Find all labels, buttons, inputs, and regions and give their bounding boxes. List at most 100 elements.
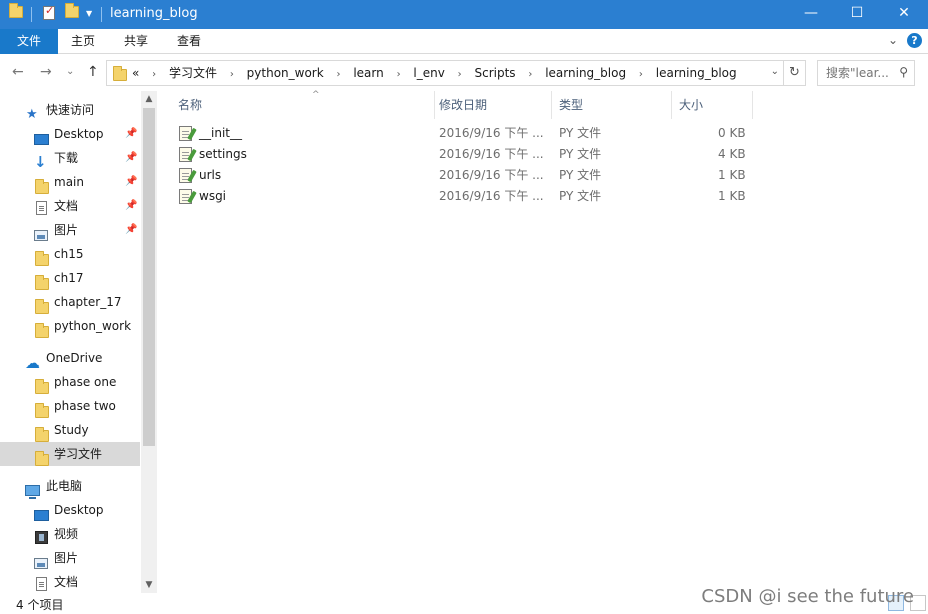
properties-icon[interactable] [43, 4, 55, 23]
nav-label: Desktop [54, 503, 104, 517]
forward-button[interactable]: → [40, 64, 52, 80]
back-button[interactable]: ← [12, 64, 24, 80]
nav-item-desktop[interactable]: Desktop 📌 [0, 122, 140, 146]
up-button[interactable]: ↑ [87, 64, 99, 80]
chevron-right-icon[interactable]: › [230, 63, 234, 87]
nav-item-phase-two[interactable]: phase two [0, 394, 140, 418]
nav-item-main[interactable]: main 📌 [0, 170, 140, 194]
breadcrumb-item[interactable]: 学习文件 [169, 61, 217, 85]
scroll-up-icon[interactable]: ▲ [141, 91, 157, 107]
chevron-right-icon[interactable]: › [397, 63, 401, 87]
nav-onedrive[interactable]: ☁ OneDrive [0, 346, 140, 371]
nav-item-ch17[interactable]: ch17 [0, 266, 140, 290]
file-type: PY 文件 [559, 126, 602, 140]
breadcrumb-overflow[interactable]: « [132, 61, 139, 85]
nav-item-videos[interactable]: 视频 [0, 522, 140, 546]
watermark: CSDN @i see the future [701, 586, 914, 607]
pin-icon[interactable]: 📌 [125, 146, 137, 170]
python-file-icon [179, 147, 192, 162]
file-row[interactable]: __init__ 2016/9/16 下午 ... PY 文件 0 KB [157, 123, 757, 144]
file-size: 4 KB [718, 147, 746, 161]
nav-label: 图片 [54, 223, 79, 237]
recent-locations-button[interactable]: ⌄ [66, 64, 74, 80]
minimize-button[interactable]: — [788, 0, 834, 29]
column-header-size[interactable]: 大小 [673, 91, 753, 119]
tab-file[interactable]: 文件 [0, 29, 58, 54]
breadcrumb-item-current[interactable]: learning_blog [656, 61, 737, 85]
nav-item-pc-pictures[interactable]: 图片 [0, 546, 140, 570]
folder-icon [35, 322, 49, 346]
column-divider[interactable] [671, 91, 672, 119]
tab-home[interactable]: 主页 [58, 29, 108, 54]
nav-item-study-files[interactable]: 学习文件 [0, 442, 140, 466]
file-modified: 2016/9/16 下午 ... [439, 147, 544, 161]
column-header-name[interactable]: 名称 ^ [172, 90, 434, 119]
nav-label: 文档 [54, 199, 79, 213]
address-bar[interactable]: « › 学习文件 › python_work › learn › l_env ›… [106, 60, 806, 86]
scrollbar-thumb[interactable] [143, 108, 155, 446]
file-row[interactable]: wsgi 2016/9/16 下午 ... PY 文件 1 KB [157, 186, 757, 207]
column-divider[interactable] [551, 91, 552, 119]
nav-label: 文档 [54, 575, 79, 589]
pin-icon[interactable]: 📌 [125, 122, 137, 146]
python-file-icon [179, 168, 192, 183]
chevron-right-icon[interactable]: › [152, 63, 156, 87]
chevron-right-icon[interactable]: › [337, 63, 341, 87]
chevron-right-icon[interactable]: › [528, 63, 532, 87]
file-name: wsgi [199, 189, 227, 203]
file-row[interactable]: urls 2016/9/16 下午 ... PY 文件 1 KB [157, 165, 757, 186]
file-type: PY 文件 [559, 147, 602, 161]
refresh-button[interactable]: ↻ [783, 61, 805, 85]
scroll-down-icon[interactable]: ▼ [141, 577, 157, 593]
breadcrumb-item[interactable]: l_env [413, 61, 444, 85]
column-header-modified[interactable]: 修改日期 [433, 91, 551, 119]
expand-ribbon-icon[interactable]: ⌄ [888, 33, 898, 47]
column-header-type[interactable]: 类型 [553, 91, 671, 119]
tab-view[interactable]: 查看 [164, 29, 214, 54]
nav-item-pc-desktop[interactable]: Desktop [0, 498, 140, 522]
nav-item-ch15[interactable]: ch15 [0, 242, 140, 266]
nav-item-python-work[interactable]: python_work [0, 314, 140, 338]
nav-item-downloads[interactable]: ↓ 下载 📌 [0, 146, 140, 170]
file-size: 0 KB [718, 126, 746, 140]
file-list: 名称 ^ 修改日期 类型 大小 __init__ 2016/9/16 下午 ..… [157, 90, 928, 593]
pin-icon[interactable]: 📌 [125, 170, 137, 194]
pin-icon[interactable]: 📌 [125, 194, 137, 218]
nav-scrollbar[interactable]: ▲ ▼ [141, 91, 157, 593]
nav-item-documents[interactable]: 文档 📌 [0, 194, 140, 218]
toolbar-divider [101, 7, 102, 22]
nav-item-phase-one[interactable]: phase one [0, 370, 140, 394]
file-size: 1 KB [718, 189, 746, 203]
nav-item-chapter-17[interactable]: chapter_17 [0, 290, 140, 314]
breadcrumb-item[interactable]: Scripts [475, 61, 516, 85]
file-type: PY 文件 [559, 189, 602, 203]
nav-item-pictures[interactable]: 图片 📌 [0, 218, 140, 242]
nav-label: phase two [54, 399, 116, 413]
quick-access-toolbar-dropdown-icon[interactable]: ▼ [86, 8, 96, 20]
nav-this-pc[interactable]: 此电脑 [0, 474, 140, 499]
nav-quick-access[interactable]: ★ 快速访问 [0, 98, 140, 122]
nav-label: Study [54, 423, 89, 437]
search-icon[interactable]: ⚲ [899, 65, 908, 79]
nav-label: OneDrive [46, 351, 103, 365]
nav-item-pc-documents[interactable]: 文档 [0, 570, 140, 594]
nav-item-study[interactable]: Study [0, 418, 140, 442]
address-dropdown-icon[interactable]: ⌄ [771, 66, 779, 77]
tab-share[interactable]: 共享 [110, 29, 162, 54]
search-box[interactable]: ⚲ [817, 60, 915, 86]
file-row[interactable]: settings 2016/9/16 下午 ... PY 文件 4 KB [157, 144, 757, 165]
file-modified: 2016/9/16 下午 ... [439, 168, 544, 182]
new-folder-icon[interactable] [65, 3, 79, 21]
column-divider[interactable] [752, 91, 753, 119]
nav-label: main [54, 175, 84, 189]
breadcrumb-item[interactable]: learn [353, 61, 383, 85]
help-button[interactable]: ? [907, 33, 922, 48]
pin-icon[interactable]: 📌 [125, 218, 137, 242]
nav-label: 快速访问 [46, 103, 95, 117]
close-button[interactable]: ✕ [881, 0, 927, 29]
chevron-right-icon[interactable]: › [639, 63, 643, 87]
chevron-right-icon[interactable]: › [458, 63, 462, 87]
breadcrumb-item[interactable]: learning_blog [545, 61, 626, 85]
search-input[interactable] [826, 62, 896, 84]
maximize-button[interactable]: ☐ [834, 0, 880, 29]
